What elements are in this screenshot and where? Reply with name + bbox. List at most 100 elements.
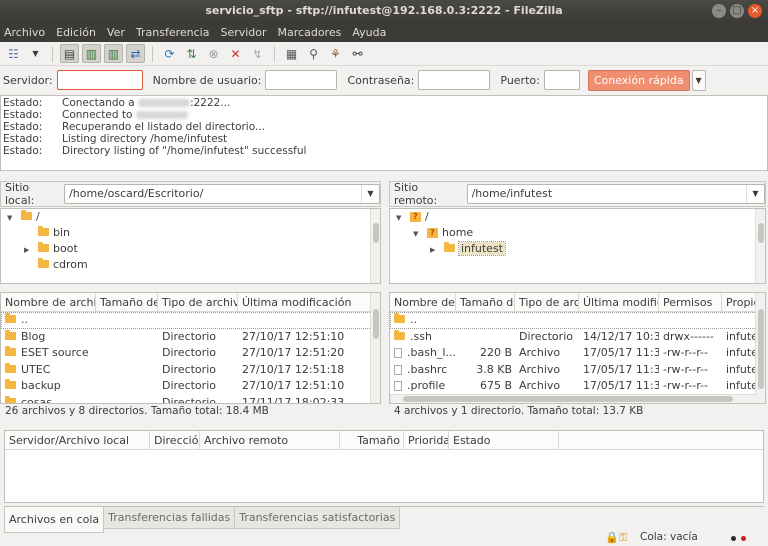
local-column-header[interactable]: Nombre de archivo xyxy=(1,293,96,311)
toggle-remote-tree-icon[interactable]: ▥ xyxy=(104,44,123,63)
minimize-button[interactable]: – xyxy=(712,4,726,18)
remote-cell-name: .ssh xyxy=(390,329,456,346)
local-tree-item[interactable]: bin xyxy=(1,225,380,241)
table-row[interactable]: Blog Directorio 27/10/17 12:51:10 xyxy=(1,329,380,346)
filter-icon[interactable]: ▦ xyxy=(282,44,301,63)
remote-tree-item[interactable]: ▶ infutest xyxy=(390,241,765,257)
menu-servidor[interactable]: Servidor xyxy=(220,26,266,39)
menu-archivo[interactable]: Archivo xyxy=(4,26,45,39)
folder-icon xyxy=(21,210,32,220)
table-row[interactable]: ESET source Directorio 27/10/17 12:51:20 xyxy=(1,345,380,362)
scroll-thumb[interactable] xyxy=(758,309,764,389)
table-row[interactable]: .bash_l... 220 B Archivo 17/05/17 11:3... -r… xyxy=(390,345,765,362)
folder-icon xyxy=(5,313,16,323)
scroll-thumb[interactable] xyxy=(758,223,764,243)
table-row[interactable]: .profile 675 B Archivo 17/05/17 11:3... -rw-… xyxy=(390,378,765,395)
remote-list-scrollbar[interactable] xyxy=(755,293,765,403)
local-tree-item[interactable]: ▶ boot xyxy=(1,241,380,257)
sync-browse-icon[interactable]: ⚘ xyxy=(326,44,345,63)
local-cell-name: Blog xyxy=(1,329,96,346)
local-tree-scrollbar[interactable] xyxy=(370,209,380,283)
toggle-queue-icon[interactable]: ⇄ xyxy=(126,44,145,63)
queue-column-header[interactable]: Servidor/Archivo local xyxy=(5,431,150,449)
search-icon[interactable]: ⚯ xyxy=(348,44,367,63)
table-row[interactable]: .. xyxy=(1,312,380,329)
password-label: Contraseña: xyxy=(347,73,415,87)
password-input[interactable] xyxy=(418,70,491,90)
quickconnect-dropdown[interactable]: ▼ xyxy=(691,69,706,91)
tab-successful-transfers[interactable]: Transferencias satisfactorias xyxy=(234,507,401,529)
cancel-icon[interactable]: ⊗ xyxy=(204,44,223,63)
remote-column-header[interactable]: Nombre de a xyxy=(390,293,456,311)
expand-icon[interactable]: ▼ xyxy=(413,226,427,242)
toggle-log-icon[interactable]: ▤ xyxy=(60,44,79,63)
refresh-icon[interactable]: ⟳ xyxy=(160,44,179,63)
queue-column-header[interactable]: Estado xyxy=(449,431,559,449)
process-queue-icon[interactable]: ⇅ xyxy=(182,44,201,63)
remote-column-header[interactable]: Tipo de archi xyxy=(515,293,579,311)
remote-column-header[interactable]: Última modificac xyxy=(579,293,659,311)
remote-cell-size xyxy=(456,329,515,346)
remote-cell-name: .bashrc xyxy=(390,362,456,379)
log-tail: :2222... xyxy=(190,97,231,109)
expand-icon[interactable]: ▶ xyxy=(430,242,444,258)
queue-column-header[interactable]: Tamaño xyxy=(340,431,404,449)
table-row[interactable]: .ssh Directorio 14/12/17 10:3... drwx------… xyxy=(390,329,765,346)
table-row[interactable]: UTEC Directorio 27/10/17 12:51:18 xyxy=(1,362,380,379)
remote-tree-item[interactable]: ▼? / xyxy=(390,209,765,225)
remote-column-header[interactable]: Tamaño de a xyxy=(456,293,515,311)
local-cell-size xyxy=(96,362,158,379)
local-tree-item[interactable]: cdrom xyxy=(1,257,380,273)
scroll-thumb[interactable] xyxy=(373,309,379,339)
remote-column-header[interactable]: Permisos xyxy=(659,293,722,311)
remote-tree-scrollbar[interactable] xyxy=(755,209,765,283)
queue-column-header[interactable]: Archivo remoto xyxy=(200,431,340,449)
remote-list-header: Nombre de aTamaño de aTipo de archiÚltim… xyxy=(390,293,765,312)
expand-icon[interactable]: ▼ xyxy=(7,210,21,226)
redacted-address xyxy=(135,111,188,119)
menu-ver[interactable]: Ver xyxy=(107,26,125,39)
quickconnect-button[interactable]: Conexión rápida xyxy=(587,69,690,91)
local-status: 26 archivos y 8 directorios. Tamaño tota… xyxy=(5,405,269,417)
expand-icon[interactable]: ▼ xyxy=(396,210,410,226)
close-button[interactable]: × xyxy=(748,4,762,18)
table-row[interactable]: .bashrc 3.8 KB Archivo 17/05/17 11:3... -rw-… xyxy=(390,362,765,379)
remote-cell-date: 17/05/17 11:3... xyxy=(583,379,659,392)
maximize-button[interactable]: □ xyxy=(730,4,744,18)
local-site-bar: Sitio local: /home/oscard/Escritorio/ ▼ xyxy=(0,181,381,207)
site-manager-icon[interactable]: ☷ xyxy=(4,44,23,63)
remote-path-combo[interactable]: /home/infutest ▼ xyxy=(466,184,765,204)
remote-cell-perm: -rw-r--r-- xyxy=(663,362,708,376)
local-tree-item[interactable]: ▼ / xyxy=(1,209,380,225)
queue-column-header[interactable]: Dirección xyxy=(150,431,200,449)
menu-ayuda[interactable]: Ayuda xyxy=(352,26,386,39)
tab-failed-transfers[interactable]: Transferencias fallidas xyxy=(103,507,236,529)
scroll-thumb[interactable] xyxy=(403,396,733,402)
scroll-thumb[interactable] xyxy=(373,223,379,243)
local-path-combo[interactable]: /home/oscard/Escritorio/ ▼ xyxy=(64,184,380,204)
local-tree-label: bin xyxy=(53,226,71,239)
folder-icon xyxy=(394,313,405,323)
queue-column-header[interactable]: Prioridad xyxy=(404,431,449,449)
menu-transferencia[interactable]: Transferencia xyxy=(136,26,210,39)
remote-list-hscrollbar[interactable] xyxy=(390,394,757,403)
toggle-local-tree-icon[interactable]: ▥ xyxy=(82,44,101,63)
remote-column-header[interactable]: Propie xyxy=(722,293,757,311)
user-input[interactable] xyxy=(265,70,338,90)
dropdown-icon[interactable]: ▼ xyxy=(26,44,45,63)
disconnect-icon[interactable]: ✕ xyxy=(226,44,245,63)
local-list-scrollbar[interactable] xyxy=(370,293,380,403)
local-column-header[interactable]: Tipo de archivo xyxy=(158,293,238,311)
reconnect-icon[interactable]: ↯ xyxy=(248,44,267,63)
expand-icon[interactable]: ▶ xyxy=(24,242,38,258)
local-column-header[interactable]: Última modificación xyxy=(238,293,373,311)
local-column-header[interactable]: Tamaño de ar xyxy=(96,293,158,311)
menu-edicion[interactable]: Edición xyxy=(56,26,96,39)
menu-marcadores[interactable]: Marcadores xyxy=(278,26,342,39)
table-row[interactable]: backup Directorio 27/10/17 12:51:10 xyxy=(1,378,380,395)
compare-icon[interactable]: ⚲ xyxy=(304,44,323,63)
server-input[interactable] xyxy=(56,70,143,90)
remote-tree-item[interactable]: ▼? home xyxy=(390,225,765,241)
table-row[interactable]: .. xyxy=(390,312,765,329)
port-input[interactable] xyxy=(543,70,580,90)
